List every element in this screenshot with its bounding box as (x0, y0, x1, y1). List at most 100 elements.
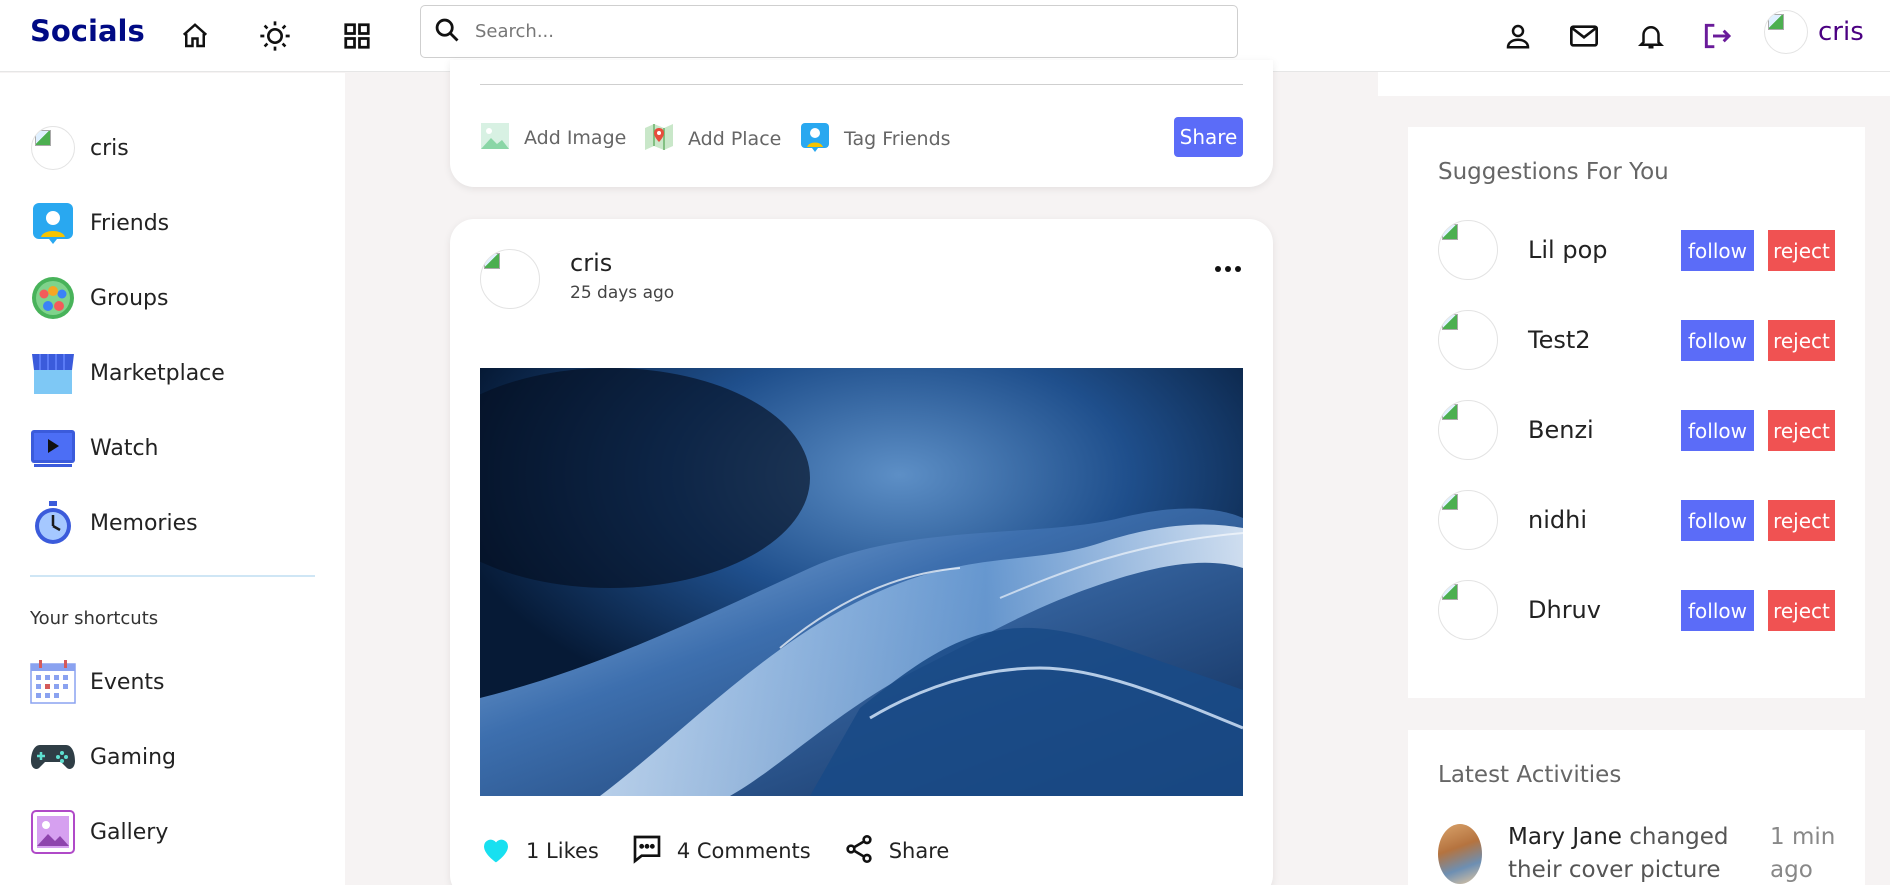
sidebar-item-label: Memories (90, 510, 198, 536)
avatar (30, 125, 76, 171)
share-icon (843, 833, 875, 869)
sidebar-item-friends[interactable]: Friends (30, 200, 169, 246)
post-author-name[interactable]: cris (570, 249, 612, 277)
follow-button[interactable]: follow (1681, 590, 1754, 631)
heart-icon (480, 834, 512, 868)
suggestion-row: nidhi follow reject (1438, 490, 1838, 550)
sidebar-item-watch[interactable]: Watch (30, 425, 159, 471)
more-options-icon[interactable] (1210, 259, 1246, 279)
search-bar[interactable] (420, 5, 1238, 58)
nav-user-menu[interactable]: cris (1764, 10, 1864, 54)
sidebar-item-gallery[interactable]: Gallery (30, 809, 168, 855)
sidebar-item-gaming[interactable]: Gaming (30, 734, 176, 780)
post-share-button[interactable]: Share (843, 833, 950, 869)
comments-button[interactable]: 4 Comments (631, 833, 811, 869)
activity-time: 1 min ago (1770, 824, 1836, 883)
left-sidebar: cris Friends Groups Marketplace Watch Me… (0, 73, 345, 885)
reject-button[interactable]: reject (1768, 320, 1835, 361)
add-image-option[interactable]: Add Image (480, 122, 626, 154)
suggestion-name[interactable]: nidhi (1528, 506, 1587, 534)
tag-friends-icon (800, 122, 830, 156)
suggestion-name[interactable]: Lil pop (1528, 236, 1608, 264)
suggestion-row: Lil pop follow reject (1438, 220, 1838, 280)
mail-icon[interactable] (1564, 16, 1604, 56)
sidebar-item-label: Groups (90, 285, 169, 311)
post-image[interactable] (480, 368, 1243, 796)
avatar[interactable] (1438, 400, 1498, 460)
share-label: Share (888, 839, 950, 863)
suggestion-row: Benzi follow reject (1438, 400, 1838, 460)
theme-toggle-sun-icon[interactable] (255, 16, 295, 56)
sidebar-item-label: Marketplace (90, 360, 225, 386)
suggestion-name[interactable]: Dhruv (1528, 596, 1601, 624)
avatar (1764, 10, 1808, 54)
friends-icon (30, 200, 76, 246)
logout-icon[interactable] (1697, 16, 1737, 56)
latest-activities-card: Latest Activities Mary Jane changed thei… (1408, 730, 1865, 885)
right-panel-top (1378, 72, 1890, 96)
suggestion-row: Test2 follow reject (1438, 310, 1838, 370)
apps-grid-icon[interactable] (337, 16, 377, 56)
groups-icon (30, 275, 76, 321)
post-author-avatar[interactable] (480, 249, 540, 309)
reject-button[interactable]: reject (1768, 410, 1835, 451)
marketplace-icon (30, 350, 76, 396)
post-card: cris 25 days ago 1 Likes 4 Comments Shar… (450, 219, 1273, 885)
sidebar-item-groups[interactable]: Groups (30, 275, 168, 321)
watch-icon (30, 425, 76, 471)
sidebar-item-label: Gaming (90, 744, 176, 770)
search-icon (433, 16, 461, 48)
comments-count: 4 Comments (676, 839, 811, 863)
follow-button[interactable]: follow (1681, 230, 1754, 271)
suggestions-title: Suggestions For You (1438, 159, 1669, 185)
comment-icon (631, 833, 663, 869)
tag-friends-option[interactable]: Tag Friends (800, 122, 951, 156)
sidebar-item-label: Events (90, 669, 165, 695)
gallery-icon (30, 809, 76, 855)
follow-button[interactable]: follow (1681, 320, 1754, 361)
follow-button[interactable]: follow (1681, 410, 1754, 451)
avatar[interactable] (1438, 220, 1498, 280)
sidebar-divider (30, 575, 315, 577)
create-post-card: Add Image Add Place Tag Friends Share (450, 60, 1273, 187)
sidebar-item-label: cris (90, 135, 129, 161)
post-timestamp: 25 days ago (570, 283, 675, 303)
avatar[interactable] (1438, 580, 1498, 640)
memories-stopwatch-icon (30, 500, 76, 546)
suggestion-row: Dhruv follow reject (1438, 580, 1838, 640)
sidebar-item-profile[interactable]: cris (30, 125, 129, 171)
avatar[interactable] (1438, 490, 1498, 550)
follow-button[interactable]: follow (1681, 500, 1754, 541)
suggestions-card: Suggestions For You Lil pop follow rejec… (1408, 127, 1865, 698)
share-divider (480, 84, 1243, 85)
shortcuts-heading: Your shortcuts (30, 608, 159, 629)
reject-button[interactable]: reject (1768, 500, 1835, 541)
profile-icon[interactable] (1498, 16, 1538, 56)
suggestion-name[interactable]: Test2 (1528, 326, 1591, 354)
search-input[interactable] (475, 21, 1175, 42)
avatar[interactable] (1438, 824, 1482, 884)
sidebar-item-memories[interactable]: Memories (30, 500, 198, 546)
sidebar-item-label: Gallery (90, 819, 169, 845)
notifications-bell-icon[interactable] (1631, 16, 1671, 56)
sidebar-item-label: Friends (90, 210, 170, 236)
share-post-button[interactable]: Share (1174, 117, 1243, 157)
sidebar-item-label: Watch (90, 435, 159, 461)
sidebar-item-marketplace[interactable]: Marketplace (30, 350, 225, 396)
reject-button[interactable]: reject (1768, 590, 1835, 631)
avatar[interactable] (1438, 310, 1498, 370)
activity-user-name[interactable]: Mary Jane (1508, 824, 1622, 850)
add-place-label: Add Place (688, 128, 782, 150)
post-actions-bar: 1 Likes 4 Comments Share (480, 833, 981, 869)
suggestion-name[interactable]: Benzi (1528, 416, 1594, 444)
app-logo[interactable]: Socials (30, 14, 145, 48)
add-image-label: Add Image (524, 127, 627, 149)
activity-text: Mary Jane changed their cover picture (1508, 821, 1748, 885)
reject-button[interactable]: reject (1768, 230, 1835, 271)
image-icon (480, 122, 510, 154)
add-place-option[interactable]: Add Place (644, 122, 781, 156)
like-button[interactable]: 1 Likes (480, 834, 599, 868)
map-icon (644, 122, 674, 156)
sidebar-item-events[interactable]: Events (30, 659, 165, 705)
home-icon[interactable] (175, 16, 215, 56)
